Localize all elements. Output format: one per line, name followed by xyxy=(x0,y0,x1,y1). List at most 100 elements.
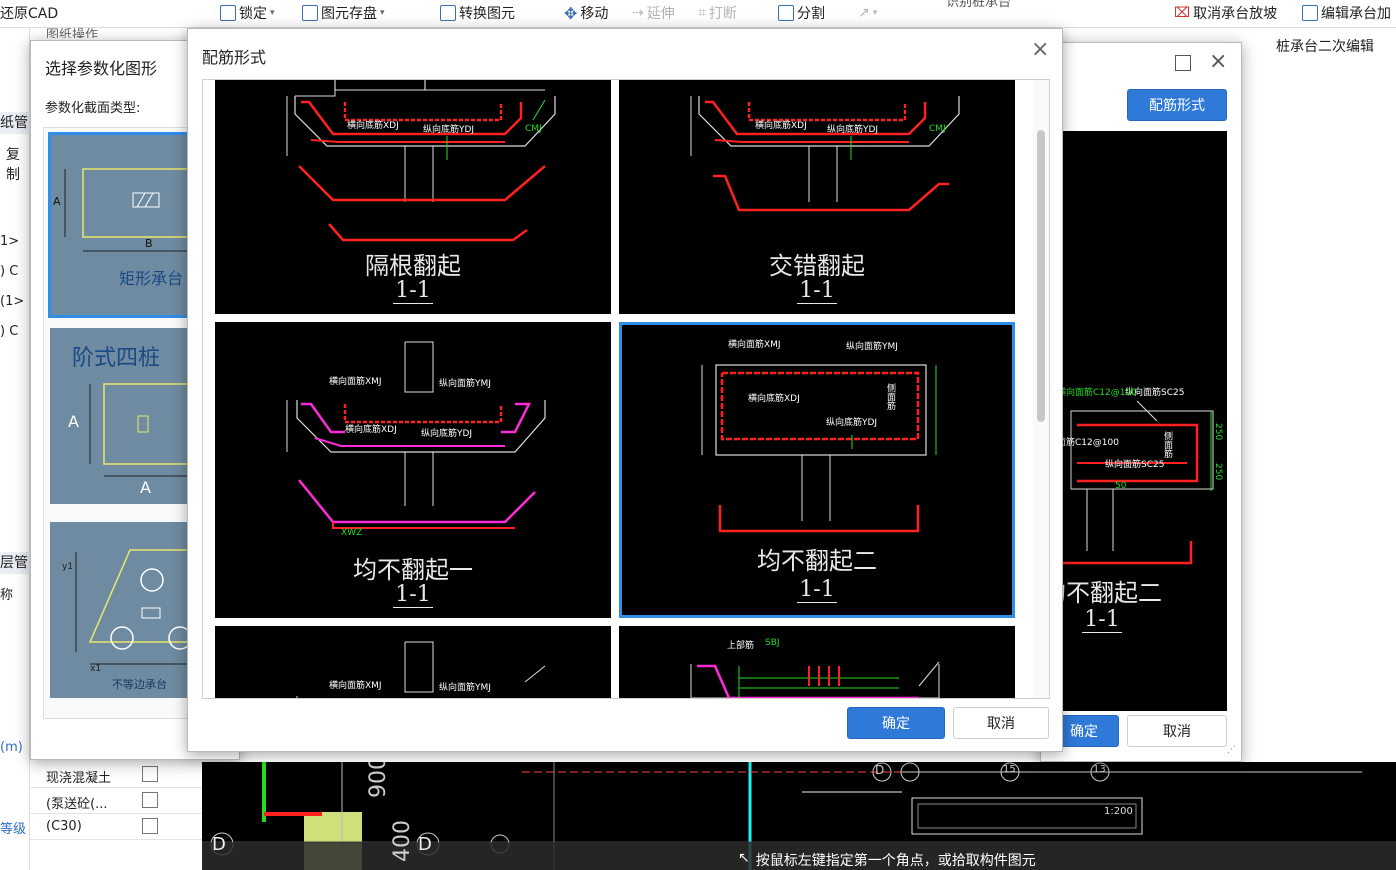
preview-section: 1-1 xyxy=(1082,607,1122,633)
option-caption: 隔根翻起 xyxy=(365,252,461,280)
scrollbar[interactable] xyxy=(1033,80,1049,698)
split-button[interactable]: 分割 xyxy=(778,3,825,23)
rebar-option-4[interactable]: 横向面筋XMJ 纵向面筋YMJ 横向底筋XDJ 纵向底筋YDJ 侧面筋 均不翻起… xyxy=(619,322,1015,618)
dim-label: x1 xyxy=(90,664,102,674)
dimension-text: 900 xyxy=(366,762,391,798)
extend-button[interactable]: ⇢ 延伸 xyxy=(632,3,675,23)
axis-label: 13 xyxy=(1093,764,1106,775)
drawing-mgmt-tab[interactable]: 纸管 xyxy=(0,112,30,134)
axis-label: D xyxy=(212,834,226,855)
break-button[interactable]: ⌗ 打断 xyxy=(698,3,737,23)
save-icon xyxy=(302,5,318,21)
resize-grip-icon[interactable]: ⋰ xyxy=(1227,745,1236,755)
rebar-label: 侧面筋 xyxy=(885,383,895,410)
rebar-label: 横向面筋XMJ xyxy=(728,340,781,350)
list-item[interactable]: 1> xyxy=(0,234,19,249)
convert-icon xyxy=(440,5,456,21)
rebar-option-1[interactable]: 横向底筋XDJ 纵向底筋YDJ CMJ 隔根翻起 1-1 xyxy=(215,80,611,314)
extend-icon: ⇢ xyxy=(632,5,644,21)
restore-cad-button[interactable]: 还原CAD xyxy=(0,3,58,23)
rebar-option-2[interactable]: 横向底筋XDJ 纵向底筋YDJ CMJ 交错翻起 1-1 xyxy=(619,80,1015,314)
list-item[interactable]: (1> xyxy=(0,294,24,309)
rebar-label: 面筋C12@100 xyxy=(1057,438,1119,448)
axis-label: D xyxy=(875,763,885,777)
rebar-label: 纵向面筋SC25 xyxy=(1105,460,1165,470)
dim-label: A xyxy=(68,412,79,431)
rebar-label: 纵向底筋YDJ xyxy=(827,125,879,135)
list-item[interactable]: ) C xyxy=(0,324,18,339)
cap-recognize-label[interactable]: 识别桩承台 xyxy=(946,0,1011,10)
pile-cap-secondary-edit-label[interactable]: 桩承台二次编辑 xyxy=(1276,36,1374,56)
property-checkbox[interactable] xyxy=(142,792,158,808)
property-checkbox[interactable] xyxy=(142,766,158,782)
convert-element-button[interactable]: 转换图元 xyxy=(440,3,515,23)
arc-tool-button[interactable]: ↗ ▾ xyxy=(858,3,877,23)
property-value: (C30) xyxy=(46,819,82,834)
status-prompt: ↖ 按鼠标左键指定第一个角点，或拾取构件图元 xyxy=(738,850,1036,869)
option-section: 1-1 xyxy=(393,278,433,304)
table-row: (C30) xyxy=(30,814,202,840)
list-item[interactable]: ) C xyxy=(0,264,18,279)
option-section: 1-1 xyxy=(797,577,837,603)
arc-icon: ↗ xyxy=(858,5,870,21)
close-icon[interactable]: × xyxy=(1209,49,1227,74)
rebar-option-3[interactable]: 横向面筋XMJ 纵向面筋YMJ 横向底筋XDJ 纵向底筋YDJ XWZ 均不翻起… xyxy=(215,322,611,618)
copy-button[interactable]: 复制 xyxy=(6,144,29,184)
cancel-cap-slope-button[interactable]: ⌧ 取消承台放坡 xyxy=(1174,3,1277,23)
unit-label: (m) xyxy=(0,740,23,755)
edit-cap-button[interactable]: 编辑承台加 xyxy=(1302,3,1391,23)
rebar-form-dialog: 配筋形式 × 横向底筋XDJ 纵向底筋YDJ CMJ 隔根翻起 1-1 横向底筋… xyxy=(187,28,1063,752)
rebar-label: 上部筋 xyxy=(727,641,755,651)
dimension-text: 400 xyxy=(390,820,415,862)
dim-label: A xyxy=(53,195,61,208)
save-element-button[interactable]: 图元存盘 ▾ xyxy=(302,3,385,23)
chevron-down-icon: ▾ xyxy=(380,8,385,18)
option-section: 1-1 xyxy=(797,278,837,304)
rebar-option-grid: 横向底筋XDJ 纵向底筋YDJ CMJ 隔根翻起 1-1 横向底筋XDJ 纵向底… xyxy=(202,79,1050,699)
rebar-option-5[interactable]: 横向面筋XMJ 纵向面筋YMJ xyxy=(215,626,611,698)
left-panel: 纸管 复制 1> ) C (1> ) C 层管 称 (m) 等级 xyxy=(0,28,30,870)
rebar-label: CMJ xyxy=(525,124,542,134)
edit-icon xyxy=(1302,5,1318,21)
ok-button[interactable]: 确定 xyxy=(847,707,945,739)
rebar-label: 横向底筋XDJ xyxy=(345,425,397,435)
option-section: 1-1 xyxy=(393,582,433,608)
rebar-option-6[interactable]: 上部筋 SBJ xyxy=(619,626,1015,698)
cad-canvas[interactable]: 900 400 D D D 15 13 1:200 ↖ 按鼠标左键指定第一个角点，… xyxy=(202,762,1396,870)
dim-label: y1 xyxy=(62,562,74,572)
rebar-label: CMJ xyxy=(929,124,946,134)
rebar-label: SBJ xyxy=(765,638,780,648)
lock-button[interactable]: 锁定 ▾ xyxy=(220,3,275,23)
lock-icon xyxy=(220,5,236,21)
dialog-title: 配筋形式 xyxy=(202,48,267,67)
cancel-button[interactable]: 取消 xyxy=(1127,715,1227,747)
scrollbar-thumb[interactable] xyxy=(1037,130,1045,422)
rebar-label: 50 xyxy=(1115,481,1127,491)
cancel-button[interactable]: 取消 xyxy=(953,707,1049,739)
move-icon: ✥ xyxy=(564,3,578,23)
dim-label: B xyxy=(145,237,153,250)
layer-mgmt-tab[interactable]: 层管 xyxy=(0,552,30,574)
top-toolbar: 还原CAD 图纸操作 锁定 ▾ 图元存盘 ▾ 转换图元 ✥ 移动 ⇢ 延伸 ⌗ 打断 分割… xyxy=(0,0,1396,38)
split-icon xyxy=(778,5,794,21)
rebar-label: 250 xyxy=(1213,463,1223,481)
table-row: 现浇混凝土 xyxy=(30,762,202,788)
maximize-icon[interactable] xyxy=(1175,55,1191,71)
rebar-form-button[interactable]: 配筋形式 xyxy=(1127,89,1227,121)
rebar-label: 横向面筋C12@100 xyxy=(1057,388,1137,398)
break-icon: ⌗ xyxy=(698,5,706,21)
property-value: (泵送砼(... xyxy=(46,797,108,812)
section-type-label: 参数化截面类型: xyxy=(45,101,141,116)
close-icon[interactable]: × xyxy=(1031,39,1049,61)
rebar-label: 纵向面筋YMJ xyxy=(846,342,898,352)
dialog-title: 选择参数化图形 xyxy=(45,59,158,78)
cursor-icon: ↖ xyxy=(738,850,750,866)
rebar-label: 纵向底筋YDJ xyxy=(826,418,878,428)
rebar-label: 横向底筋XDJ xyxy=(748,394,800,404)
shape-name: 不等边承台 xyxy=(112,678,167,691)
shape-name: 阶式四桩 xyxy=(72,346,161,371)
cancel-slope-icon: ⌧ xyxy=(1174,5,1191,21)
move-button[interactable]: ✥ 移动 xyxy=(564,3,608,23)
property-checkbox[interactable] xyxy=(142,818,158,834)
property-grid: 现浇混凝土 (泵送砼(... (C30) xyxy=(30,762,202,870)
